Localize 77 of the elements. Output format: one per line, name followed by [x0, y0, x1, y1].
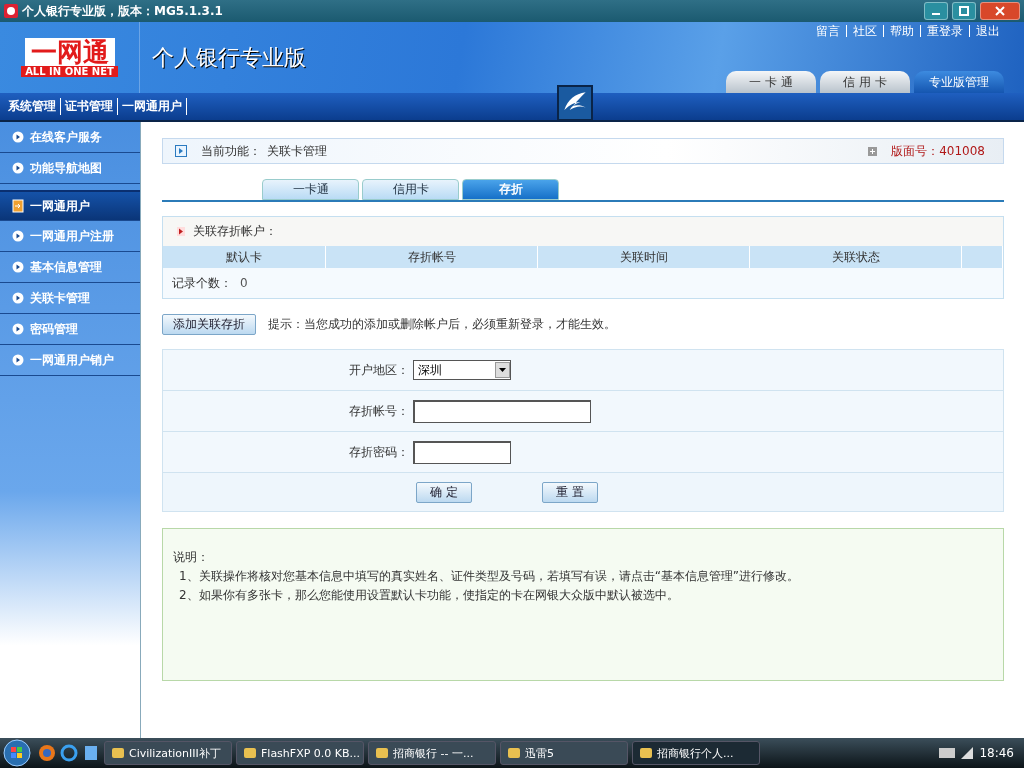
app-icon — [111, 746, 125, 760]
header-link[interactable]: 重登录 — [927, 25, 970, 37]
menu-item[interactable]: 证书管理 — [65, 98, 118, 115]
sidebar-item[interactable]: 一网通用户 — [0, 190, 140, 221]
tab[interactable]: 存折 — [462, 179, 559, 200]
record-count: 0 — [240, 276, 248, 290]
notes-title: 说明： — [173, 549, 210, 566]
exit-icon — [12, 199, 24, 213]
field-label: 存折帐号： — [348, 402, 410, 420]
minimize-icon — [932, 13, 940, 15]
minimize-button[interactable] — [924, 2, 948, 20]
header-tab[interactable]: 信 用 卡 — [820, 71, 910, 93]
product-title: 个人银行专业版 — [152, 43, 306, 72]
header-link[interactable]: 帮助 — [890, 25, 921, 37]
column-header: 关联时间 — [538, 246, 750, 268]
arrow-icon — [177, 227, 185, 236]
tab[interactable]: 一卡通 — [262, 179, 359, 200]
logo-text: 一网通 — [24, 38, 115, 66]
keyboard-icon — [939, 748, 956, 758]
note-line: 2、如果你有多张卡，那么您能使用设置默认卡功能，使指定的卡在网银大众版中默认被选中。 — [178, 587, 680, 604]
account-field[interactable] — [413, 399, 591, 423]
taskbar-item[interactable]: 招商银行个人... — [632, 741, 760, 765]
maximize-icon — [959, 6, 969, 16]
password-field[interactable] — [413, 440, 511, 464]
note-line: 1、关联操作将核对您基本信息中填写的真实姓名、证件类型及号码，若填写有误，请点击“基本信息管理”进行修改。 — [178, 568, 801, 585]
bullet-icon — [12, 292, 24, 304]
window-title: 个人银行专业版，版本：MG5.1.3.1 — [22, 2, 224, 20]
header-link[interactable]: 退出 — [976, 25, 1006, 37]
logo-subtitle: ALL IN ONE NET — [21, 66, 118, 77]
panel-title: 关联存折帐户： — [193, 223, 277, 240]
clock: 18:46 — [979, 746, 1014, 760]
bullet-icon — [12, 162, 24, 174]
taskbar-item[interactable]: CivilizationIII补丁 — [104, 741, 232, 765]
browser-icon[interactable] — [60, 744, 78, 762]
bullet-icon — [12, 261, 24, 273]
taskbar-item[interactable]: FlashFXP 0.0 KB... — [236, 741, 364, 765]
menu-item[interactable]: 系统管理 — [8, 98, 61, 115]
globe-icon[interactable] — [38, 744, 56, 762]
region-select[interactable]: 深圳 — [413, 360, 511, 380]
breadcrumb-label: 当前功能： — [201, 142, 261, 160]
header-link[interactable]: 社区 — [853, 25, 884, 37]
menu-item[interactable]: 一网通用户 — [122, 98, 187, 115]
tab[interactable]: 信用卡 — [362, 179, 459, 200]
app-icon — [375, 746, 389, 760]
taskbar-item[interactable]: 迅雷5 — [500, 741, 628, 765]
app-icon — [4, 4, 18, 18]
header-tab[interactable]: 一 卡 通 — [726, 71, 816, 93]
bullet-icon — [12, 230, 24, 242]
field-label: 开户地区： — [348, 361, 410, 379]
form-button[interactable]: 重 置 — [542, 481, 598, 503]
field-label: 存折密码： — [348, 443, 410, 461]
record-label: 记录个数： — [172, 274, 232, 292]
document-icon[interactable] — [82, 744, 100, 762]
column-header: 关联状态 — [750, 246, 962, 268]
network-icon — [960, 746, 975, 760]
app-icon — [639, 746, 653, 760]
form-button[interactable]: 确 定 — [416, 481, 472, 503]
breadcrumb-value: 关联卡管理 — [267, 142, 327, 160]
hint-text: 提示：当您成功的添加或删除帐户后，必须重新登录，才能生效。 — [268, 316, 616, 333]
bullet-icon — [12, 323, 24, 335]
column-header: 默认卡 — [163, 246, 326, 268]
maximize-button[interactable] — [952, 2, 976, 20]
close-icon — [995, 6, 1005, 16]
app-icon — [507, 746, 521, 760]
plus-icon — [868, 146, 878, 156]
column-header: 存折帐号 — [326, 246, 538, 268]
taskbar-item[interactable]: 招商银行 -- 一... — [368, 741, 496, 765]
page-number: 版面号：401008 — [891, 142, 985, 160]
app-icon — [243, 746, 257, 760]
bullet-icon — [12, 131, 24, 143]
start-button[interactable] — [0, 738, 34, 768]
close-button[interactable] — [980, 2, 1020, 20]
header-link[interactable]: 留言 — [816, 25, 847, 37]
header-tab[interactable]: 专业版管理 — [914, 71, 1004, 93]
bullet-icon — [12, 354, 24, 366]
add-passbook-button[interactable]: 添加关联存折 — [162, 314, 256, 335]
dropdown-icon — [499, 368, 506, 372]
